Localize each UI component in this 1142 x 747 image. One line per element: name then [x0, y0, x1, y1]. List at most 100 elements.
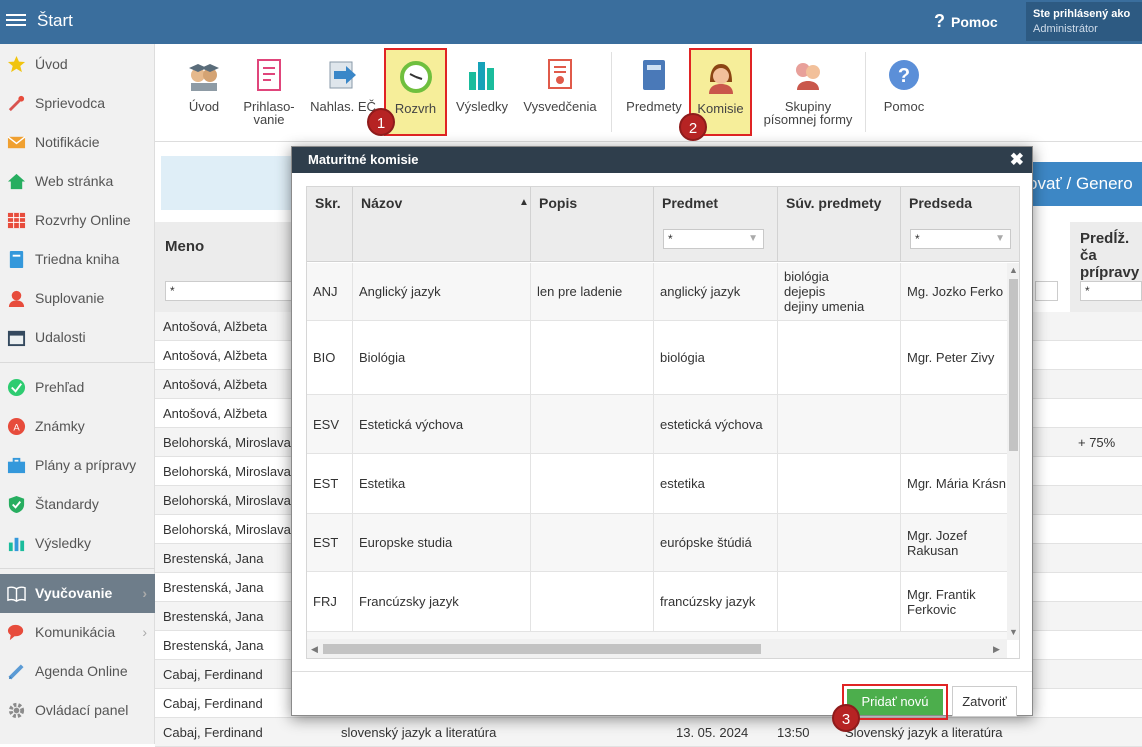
row-name: Antošová, Alžbeta [163, 406, 268, 421]
chevron-right-icon: › [142, 624, 147, 640]
cell-skr: ANJ [307, 263, 353, 320]
sidebar-item-web-stranka[interactable]: Web stránka [0, 162, 155, 201]
generate-button[interactable]: ovať / Genero [1020, 162, 1142, 206]
column-label: Meno [165, 238, 205, 255]
toolbar-prihlasovanie[interactable]: Prihlaso- vanie [237, 48, 301, 136]
sidebar-item-label: Výsledky [35, 535, 92, 551]
sidebar-item-komunikacia[interactable]: Komunikácia › [0, 613, 155, 652]
cell-predseda [901, 395, 1007, 453]
toolbar-vysledky[interactable]: Výsledky [451, 48, 513, 136]
sidebar-item-agenda[interactable]: Agenda Online [0, 652, 155, 691]
row-name: Cabaj, Ferdinand [163, 725, 263, 740]
filter-value: * [915, 232, 920, 246]
vertical-scrollbar[interactable]: ▲ ▼ [1007, 263, 1019, 640]
commissions-grid: Skr. Názov ▲ Popis Predmet * ▼ Súv. predme… [306, 186, 1020, 659]
horizontal-scrollbar[interactable]: ◀ ▶ [307, 639, 1007, 658]
close-icon[interactable]: ✖ [1010, 147, 1024, 173]
dialog-footer-divider [292, 671, 1032, 672]
sidebar-item-uvod[interactable]: Úvod [0, 45, 155, 84]
row-name: Belohorská, Miroslava [163, 522, 291, 537]
column-header-predseda[interactable]: Predseda * ▼ [901, 187, 1019, 262]
step-badge-2: 2 [679, 113, 707, 141]
scrollbar-thumb[interactable] [323, 644, 761, 654]
cell-suv: biológia dejepis dejiny umenia [778, 263, 901, 320]
book-icon [643, 60, 665, 90]
column-label: Skr. [315, 195, 341, 211]
sidebar-item-label: Notifikácie [35, 134, 100, 150]
dropdown-stub[interactable] [1035, 281, 1058, 301]
cell-nazov: Francúzsky jazyk [353, 572, 531, 631]
column-header-skr[interactable]: Skr. [307, 187, 353, 262]
name-filter-input[interactable]: * [165, 281, 295, 301]
table-row[interactable]: ESV Estetická výchova estetická výchova [307, 395, 1007, 454]
cell-skr: ESV [307, 395, 353, 453]
column-header-suv-predmety[interactable]: Súv. predmety [778, 187, 901, 262]
scrollbar-thumb[interactable] [1009, 279, 1018, 451]
sidebar-item-rozvrhy-online[interactable]: Rozvrhy Online [0, 201, 155, 240]
toolbar-predmety[interactable]: Predmety [621, 48, 687, 136]
app-title[interactable]: Štart [37, 11, 73, 31]
table-row[interactable]: Cabaj, Ferdinand slovenský jazyk a liter… [155, 718, 1142, 747]
sidebar-item-udalosti[interactable]: Udalosti [0, 318, 155, 357]
add-new-button[interactable]: Pridať novú [847, 689, 943, 715]
help-link[interactable]: ? Pomoc [934, 11, 998, 32]
table-row[interactable]: BIO Biológia biológia Mgr. Peter Zivy [307, 321, 1007, 395]
toolbar-skupiny[interactable]: Skupiny písomnej formy [755, 48, 861, 136]
sidebar-item-label: Komunikácia [35, 624, 116, 640]
sidebar-item-notifikacie[interactable]: Notifikácie [0, 123, 155, 162]
sidebar-item-suplovanie[interactable]: Suplovanie [0, 279, 155, 318]
toolbar-label: Pomoc [883, 99, 925, 114]
sidebar-item-sprievodca[interactable]: Sprievodca [0, 84, 155, 123]
group-icon [796, 63, 820, 90]
cell-nazov: Europske studia [353, 514, 531, 571]
scroll-right-icon[interactable]: ▶ [993, 644, 1000, 655]
grid-header: Skr. Názov ▲ Popis Predmet * ▼ Súv. predme… [307, 187, 1019, 262]
column-header-predmet[interactable]: Predmet * ▼ [654, 187, 778, 262]
column-header-nazov[interactable]: Názov ▲ [353, 187, 531, 262]
sidebar-item-ovladaci-panel[interactable]: Ovládací panel [0, 691, 155, 730]
row-name: Brestenská, Jana [163, 551, 264, 566]
svg-text:A: A [13, 422, 20, 433]
table-row[interactable]: EST Europske studia európske štúdiá Mgr.… [307, 514, 1007, 572]
close-button[interactable]: Zatvoriť [952, 686, 1017, 717]
column-header-popis[interactable]: Popis [531, 187, 654, 262]
sidebar-item-plany[interactable]: Plány a prípravy [0, 446, 155, 485]
scroll-down-icon[interactable]: ▼ [1009, 627, 1018, 637]
cell-skr: EST [307, 454, 353, 513]
sidebar-item-triedna-kniha[interactable]: Triedna kniha [0, 240, 155, 279]
sidebar-item-standardy[interactable]: Štandardy [0, 485, 155, 524]
sidebar-item-vysledky[interactable]: Výsledky [0, 524, 155, 563]
sidebar: Úvod Sprievodca Notifikácie Web stránka … [0, 44, 155, 744]
cell-predseda: Mgr. Mária Krásn [907, 476, 1006, 491]
grid-body: ANJ Anglický jazyk len pre ladenie angli… [307, 263, 1007, 639]
briefcase-icon [7, 457, 26, 474]
sidebar-item-vyucovanie[interactable]: Vyučovanie › [0, 574, 155, 613]
scroll-left-icon[interactable]: ◀ [311, 644, 318, 655]
sidebar-item-prehlad[interactable]: Prehľad [0, 368, 155, 407]
cell-predmet: európske štúdiá [654, 514, 778, 571]
cell-suv [778, 395, 901, 453]
certificate-icon [548, 59, 572, 89]
row-name: Cabaj, Ferdinand [163, 696, 263, 711]
sidebar-item-znamky[interactable]: A Známky [0, 407, 155, 446]
bar-chart-icon [469, 62, 494, 90]
dialog-title: Maturitné komisie [308, 152, 419, 167]
toolbar-label: Komisie [697, 101, 744, 116]
user-box[interactable]: Ste prihlásený ako Administrátor [1026, 2, 1142, 41]
row-date: 13. 05. 2024 [676, 725, 749, 740]
scroll-up-icon[interactable]: ▲ [1009, 265, 1018, 275]
book-icon [9, 250, 24, 269]
menu-icon[interactable] [6, 11, 26, 31]
toolbar-pomoc[interactable]: ? Pomoc [875, 48, 933, 136]
table-row[interactable]: ANJ Anglický jazyk len pre ladenie angli… [307, 263, 1007, 321]
predmet-filter-select[interactable]: * ▼ [663, 229, 764, 249]
predseda-filter-select[interactable]: * ▼ [910, 229, 1011, 249]
row-subject: slovenský jazyk a literatúra [341, 725, 497, 740]
predlz-filter-input[interactable]: * [1080, 281, 1142, 301]
table-row[interactable]: EST Estetika estetika Mgr. Mária Krásn [307, 454, 1007, 514]
toolbar-uvod[interactable]: Úvod [175, 48, 233, 136]
question-icon: ? [889, 60, 919, 90]
table-row-partial[interactable] [307, 632, 1007, 639]
table-row[interactable]: FRJ Francúzsky jazyk francúzsky jazyk Mg… [307, 572, 1007, 632]
toolbar-vysvedcenia[interactable]: Vysvedčenia [519, 48, 601, 136]
